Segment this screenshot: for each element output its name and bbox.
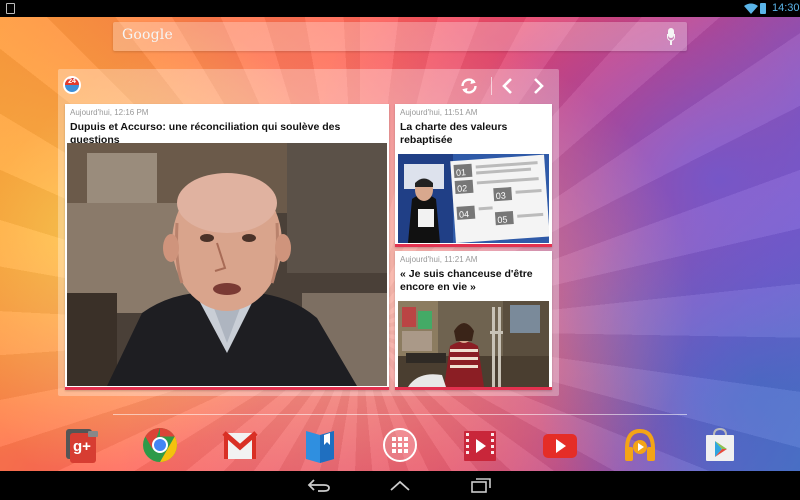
image-number: 04 [459, 209, 470, 220]
navigation-bar [0, 471, 800, 500]
app-drawer-icon [383, 428, 417, 462]
back-icon[interactable] [306, 476, 332, 494]
gmail-icon [222, 431, 258, 459]
play-music-icon [625, 428, 655, 461]
google-search-bar[interactable]: Google [113, 22, 687, 51]
article-time: Aujourd'hui, 11:51 AM [400, 108, 478, 117]
youtube-icon [543, 434, 577, 458]
article-headline: La charte des valeurs rebaptisée [400, 121, 508, 146]
image-number: 01 [456, 167, 467, 178]
play-store-icon [706, 427, 734, 461]
image-number: 02 [457, 183, 468, 194]
refresh-icon[interactable] [458, 75, 480, 97]
home-icon[interactable] [387, 476, 413, 494]
youtube-app[interactable] [540, 425, 580, 465]
play-store-app[interactable] [700, 425, 740, 465]
play-movies-icon [464, 431, 496, 461]
mic-icon[interactable] [667, 28, 675, 45]
news-app-icon[interactable]: 24 [63, 76, 81, 94]
all-apps-button[interactable] [380, 425, 420, 465]
battery-icon [760, 3, 766, 14]
dock-divider [113, 414, 687, 415]
app-icon-number: 24 [68, 78, 76, 85]
status-bar: 14:30 [0, 0, 800, 17]
previous-icon[interactable] [498, 75, 518, 97]
notification-icon[interactable] [6, 3, 15, 14]
article-photo: 01 02 03 04 05 [398, 154, 549, 243]
article-time: Aujourd'hui, 11:21 AM [400, 255, 478, 264]
clock: 14:30 [772, 2, 800, 14]
play-books-app[interactable] [300, 425, 340, 465]
article-time: Aujourd'hui, 12:16 PM [70, 108, 149, 117]
google-plus-label: g+ [73, 438, 91, 455]
google-plus-app[interactable]: g+ [60, 425, 100, 465]
next-icon[interactable] [528, 75, 548, 97]
article-card-chanceuse[interactable]: Aujourd'hui, 11:21 AM « Je suis chanceus… [395, 251, 552, 390]
recent-apps-icon[interactable] [468, 476, 494, 494]
play-music-app[interactable] [620, 425, 660, 465]
article-photo [398, 301, 549, 387]
image-number: 05 [497, 214, 508, 225]
play-books-icon [306, 431, 334, 463]
image-number: 03 [495, 190, 506, 201]
wifi-icon [744, 3, 758, 14]
chrome-icon [143, 428, 177, 462]
article-headline: « Je suis chanceuse d'être encore en vie… [400, 268, 533, 293]
article-photo [67, 143, 387, 386]
article-card-charte[interactable]: Aujourd'hui, 11:51 AM La charte des vale… [395, 104, 552, 247]
play-movies-app[interactable] [460, 425, 500, 465]
toolbar-divider [491, 77, 492, 95]
gmail-app[interactable] [220, 425, 260, 465]
article-card-main[interactable]: Aujourd'hui, 12:16 PM Dupuis et Accurso:… [65, 104, 389, 390]
google-logo: Google [122, 27, 173, 43]
news-widget: 24 Aujourd'hui, 12:16 PM Dupuis et Accur… [58, 69, 559, 396]
chrome-app[interactable] [140, 425, 180, 465]
